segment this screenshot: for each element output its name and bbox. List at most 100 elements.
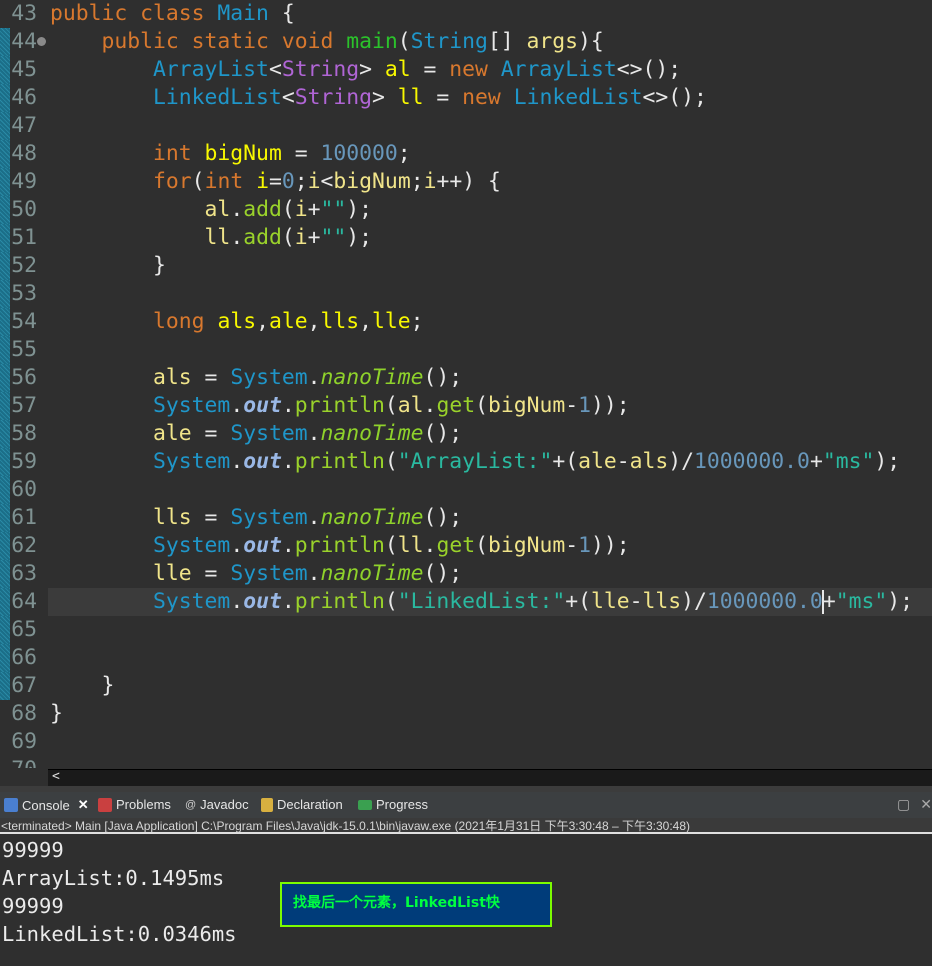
line-number: 66 — [11, 645, 37, 670]
code-token: - — [616, 449, 630, 474]
line-number: 63 — [11, 561, 37, 586]
code-token: ; — [410, 169, 424, 194]
code-token: (); — [423, 421, 463, 446]
code-token: 100000 — [320, 141, 398, 166]
code-token: lle — [372, 309, 411, 334]
code-line[interactable]: 63 lle = System.nanoTime(); — [0, 560, 932, 588]
code-line[interactable]: 49 for(int i=0;i<bigNum;i++) { — [0, 168, 932, 196]
code-token: , — [256, 309, 269, 334]
code-line[interactable]: 59 System.out.println("ArrayList:"+(ale-… — [0, 448, 932, 476]
code-token: . — [307, 365, 321, 390]
tab-declaration[interactable]: Declaration — [261, 797, 343, 812]
code-token: ){ — [578, 29, 604, 54]
code-token: (); — [423, 561, 463, 586]
code-token: nanoTime — [320, 505, 424, 530]
code-token: )); — [591, 393, 630, 418]
code-token: get — [436, 393, 476, 418]
code-token: ( — [475, 393, 488, 418]
code-line[interactable]: 60 — [0, 476, 932, 504]
code-line[interactable]: 53 — [0, 280, 932, 308]
code-token: main — [346, 29, 398, 54]
line-number: 51 — [11, 225, 37, 250]
code-token: = — [268, 169, 282, 194]
code-line[interactable]: 51 ll.add(i+""); — [0, 224, 932, 252]
code-line[interactable]: 61 lls = System.nanoTime(); — [0, 504, 932, 532]
code-token: . — [230, 533, 244, 558]
code-editor[interactable]: 43 public class Main {44 public static vo… — [0, 0, 932, 768]
code-token: { — [268, 1, 295, 26]
code-line[interactable]: 69 — [0, 728, 932, 756]
code-token: nanoTime — [320, 561, 424, 586]
code-token: als — [153, 365, 192, 390]
minimize-icon[interactable]: ▢ — [897, 796, 910, 813]
maximize-icon[interactable]: ✕ — [920, 796, 932, 813]
code-line[interactable]: 44 public static void main(String[] args… — [0, 28, 932, 56]
code-token: [] — [487, 29, 527, 54]
output-line: 99999 — [2, 838, 64, 862]
code-token: ( — [191, 169, 205, 194]
code-token: = — [281, 141, 321, 166]
code-line[interactable]: 45 ArrayList<String> al = new ArrayList<… — [0, 56, 932, 84]
code-token: println — [294, 533, 385, 558]
tab-progress[interactable]: Progress — [358, 797, 428, 812]
code-line[interactable]: 43 public class Main { — [0, 0, 932, 28]
code-line[interactable]: 66 — [0, 644, 932, 672]
code-line[interactable]: 55 — [0, 336, 932, 364]
code-line[interactable]: 57 System.out.println(al.get(bigNum-1)); — [0, 392, 932, 420]
code-line[interactable]: 46 LinkedList<String> ll = new LinkedLis… — [0, 84, 932, 112]
tab-label: Problems — [116, 797, 171, 812]
code-token: < — [320, 169, 334, 194]
code-token: . — [423, 533, 437, 558]
code-token: ArrayList — [500, 57, 617, 82]
code-line[interactable]: 67 } — [0, 672, 932, 700]
code-token: <>(); — [642, 85, 707, 110]
code-line[interactable]: 54 long als,ale,lls,lle; — [0, 308, 932, 336]
scrollbar-track[interactable] — [48, 769, 932, 786]
output-line: 99999 — [2, 894, 64, 918]
code-line[interactable]: 47 — [0, 112, 932, 140]
code-line[interactable]: 50 al.add(i+""); — [0, 196, 932, 224]
code-line[interactable]: 48 int bigNum = 100000; — [0, 140, 932, 168]
code-token: "" — [320, 197, 347, 222]
line-number: 48 — [11, 141, 37, 166]
code-line[interactable]: 68} — [0, 700, 932, 728]
code-line[interactable]: 64 System.out.println("LinkedList:"+(lle… — [0, 588, 932, 616]
code-line[interactable]: 65 — [0, 616, 932, 644]
code-token: ale — [153, 421, 192, 446]
code-token: - — [629, 589, 643, 614]
code-line[interactable]: 52 } — [0, 252, 932, 280]
code-token: + — [307, 225, 321, 250]
code-token: String — [410, 29, 488, 54]
code-text: als = System.nanoTime(); — [48, 364, 932, 392]
code-token: al — [397, 393, 424, 418]
code-token: "LinkedList:" — [397, 589, 566, 614]
code-token: al — [204, 197, 231, 222]
code-line[interactable]: 58 ale = System.nanoTime(); — [0, 420, 932, 448]
code-token: nanoTime — [320, 421, 424, 446]
tab-console[interactable]: Console ✕ — [4, 797, 89, 813]
tab-label: Declaration — [277, 797, 343, 812]
code-token: als — [629, 449, 669, 474]
line-number: 70 — [0, 756, 40, 768]
code-token: = — [423, 85, 463, 110]
annotation-box: 找最后一个元素，LinkedList快 — [280, 882, 552, 927]
tab-javadoc[interactable]: @ Javadoc — [185, 797, 249, 812]
close-icon[interactable]: ✕ — [78, 797, 89, 813]
code-line[interactable]: 70 — [0, 756, 932, 768]
fold-icon[interactable] — [37, 37, 46, 46]
horizontal-scrollbar[interactable]: < — [0, 768, 932, 786]
code-line[interactable]: 56 als = System.nanoTime(); — [0, 364, 932, 392]
code-token: (); — [423, 365, 463, 390]
code-token: <>(); — [616, 57, 682, 82]
tab-problems[interactable]: Problems — [98, 797, 171, 812]
code-token: lls — [320, 309, 360, 334]
code-token: als — [217, 309, 257, 334]
code-line[interactable]: 62 System.out.println(ll.get(bigNum-1)); — [0, 532, 932, 560]
scroll-left-icon[interactable]: < — [52, 768, 60, 786]
code-text: public class Main { — [48, 0, 932, 28]
code-token: ); — [887, 589, 913, 614]
code-token: System — [153, 393, 231, 418]
